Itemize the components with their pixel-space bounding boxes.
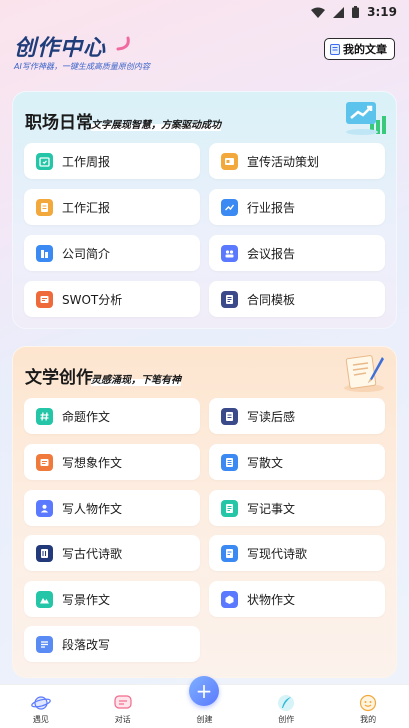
item-character-essay[interactable]: 写人物作文 bbox=[24, 490, 200, 526]
nav-label: 创作 bbox=[278, 715, 295, 724]
item-paragraph-rewrite[interactable]: 段落改写 bbox=[24, 626, 200, 662]
work-section-tagline: 文字展现智慧，方案驱动成功 bbox=[91, 116, 221, 131]
nav-label: 创建 bbox=[196, 715, 213, 724]
item-object-essay[interactable]: 状物作文 bbox=[209, 581, 385, 617]
status-time: 3:19 bbox=[367, 5, 397, 19]
nav-chat[interactable]: 对话 bbox=[93, 695, 153, 725]
profile-icon bbox=[359, 694, 377, 712]
hash-icon bbox=[36, 407, 53, 425]
item-label: 写读后感 bbox=[247, 409, 296, 424]
item-scenery-essay[interactable]: 写景作文 bbox=[24, 581, 200, 617]
chart-icon bbox=[221, 198, 238, 216]
notebook-pen-icon bbox=[344, 355, 384, 392]
plus-icon: + bbox=[195, 679, 213, 703]
rewrite-icon bbox=[36, 635, 53, 653]
item-label: 写想象作文 bbox=[62, 455, 123, 470]
item-swot-analysis[interactable]: SWOT分析 bbox=[24, 281, 200, 317]
item-label: 写人物作文 bbox=[62, 501, 123, 516]
nav-label: 我的 bbox=[360, 715, 377, 724]
nav-label: 对话 bbox=[114, 715, 131, 724]
item-label: 写现代诗歌 bbox=[247, 546, 308, 561]
landscape-icon bbox=[36, 590, 53, 608]
work-section-title: 职场日常 bbox=[25, 113, 93, 133]
book-note-icon bbox=[221, 407, 238, 425]
item-work-report[interactable]: 工作汇报 bbox=[24, 189, 200, 225]
create-button[interactable]: + bbox=[189, 676, 219, 706]
planet-icon bbox=[31, 696, 51, 710]
my-articles-button[interactable]: 我的文章 bbox=[324, 38, 395, 60]
growth-chart-icon bbox=[346, 102, 386, 135]
wifi-icon bbox=[311, 7, 326, 18]
meeting-icon bbox=[221, 244, 238, 262]
nav-label: 遇见 bbox=[32, 715, 49, 724]
page-subtitle: AI写作神器，一键生成高质量原创内容 bbox=[14, 62, 150, 71]
notes-icon bbox=[221, 499, 238, 517]
article-icon bbox=[330, 43, 340, 55]
quill-icon bbox=[278, 695, 295, 711]
item-modern-poetry[interactable]: 写现代诗歌 bbox=[209, 535, 385, 571]
item-label: 写散文 bbox=[247, 455, 284, 470]
item-label: 工作周报 bbox=[62, 154, 111, 169]
item-imaginative-essay[interactable]: 写想象作文 bbox=[24, 444, 200, 480]
signal-icon bbox=[333, 6, 345, 18]
status-bar: 3:19 bbox=[0, 0, 409, 24]
swoosh-icon bbox=[116, 36, 130, 51]
people-icon bbox=[36, 499, 53, 517]
campaign-icon bbox=[221, 152, 238, 170]
contract-icon bbox=[221, 290, 238, 308]
report-icon bbox=[36, 198, 53, 216]
item-label: 宣传活动策划 bbox=[247, 154, 320, 169]
item-label: 合同模板 bbox=[247, 292, 296, 307]
item-label: 会议报告 bbox=[247, 246, 296, 261]
item-label: 写记事文 bbox=[247, 501, 296, 516]
chat-icon bbox=[114, 695, 132, 709]
item-ancient-poetry[interactable]: 写古代诗歌 bbox=[24, 535, 200, 571]
battery-icon bbox=[352, 6, 360, 18]
item-label: 写景作文 bbox=[62, 592, 111, 607]
item-label: 命题作文 bbox=[62, 409, 111, 424]
literature-section-tagline: 灵感涌现，下笔有神 bbox=[91, 371, 181, 386]
item-campaign-planning[interactable]: 宣传活动策划 bbox=[209, 143, 385, 179]
page-title: 创作中心 bbox=[14, 36, 107, 61]
item-meeting-report[interactable]: 会议报告 bbox=[209, 235, 385, 271]
item-prose[interactable]: 写散文 bbox=[209, 444, 385, 480]
nav-writing[interactable]: 创作 bbox=[256, 694, 316, 725]
item-weekly-report[interactable]: 工作周报 bbox=[24, 143, 200, 179]
pen-doc-icon bbox=[221, 544, 238, 562]
item-label: 状物作文 bbox=[247, 592, 296, 607]
calendar-icon bbox=[36, 152, 53, 170]
item-label: 公司简介 bbox=[62, 246, 111, 261]
header: 创作中心 AI写作神器，一键生成高质量原创内容 我的文章 bbox=[14, 26, 395, 76]
document-icon bbox=[221, 453, 238, 471]
item-label: 行业报告 bbox=[247, 200, 296, 215]
swot-icon bbox=[36, 290, 53, 308]
literature-section-title: 文学创作 bbox=[25, 368, 93, 388]
item-company-profile[interactable]: 公司简介 bbox=[24, 235, 200, 271]
item-label: 工作汇报 bbox=[62, 200, 111, 215]
item-book-review[interactable]: 写读后感 bbox=[209, 398, 385, 434]
item-label: 写古代诗歌 bbox=[62, 546, 123, 561]
building-icon bbox=[36, 244, 53, 262]
imagine-icon bbox=[36, 453, 53, 471]
item-topic-essay[interactable]: 命题作文 bbox=[24, 398, 200, 434]
object-icon bbox=[221, 590, 238, 608]
nav-profile[interactable]: 我的 bbox=[338, 694, 398, 725]
scroll-icon bbox=[36, 544, 53, 562]
my-articles-label: 我的文章 bbox=[343, 43, 387, 56]
item-contract-template[interactable]: 合同模板 bbox=[209, 281, 385, 317]
item-label: 段落改写 bbox=[62, 637, 111, 652]
nav-meet[interactable]: 遇见 bbox=[11, 694, 71, 725]
item-narrative[interactable]: 写记事文 bbox=[209, 490, 385, 526]
item-label: SWOT分析 bbox=[62, 292, 123, 307]
item-industry-report[interactable]: 行业报告 bbox=[209, 189, 385, 225]
